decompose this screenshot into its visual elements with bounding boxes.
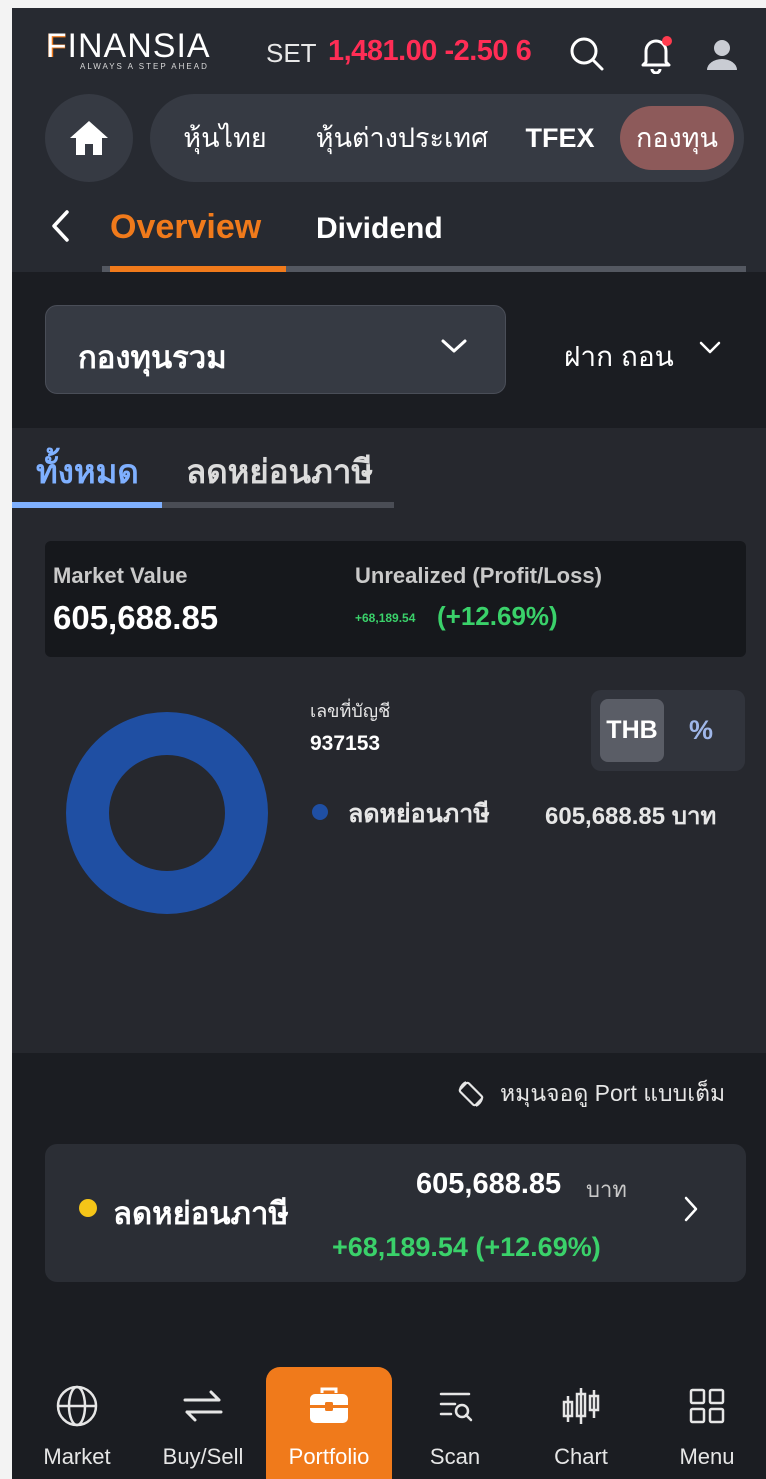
nav-chart-label: Chart [554, 1444, 608, 1469]
grid-menu-icon [644, 1384, 766, 1428]
legend-dot [312, 804, 328, 820]
unrealized-label: Unrealized (Profit/Loss) [355, 563, 602, 588]
fund-group-unit: บาท [586, 1177, 627, 1202]
nav-buy-sell[interactable]: Buy/Sell [140, 1338, 266, 1479]
market-value: 605,688.85 [53, 599, 219, 636]
bottom-nav: Market Buy/Sell Portfolio Scan Chart Men… [12, 1338, 766, 1479]
nav-market-label: Market [43, 1444, 111, 1469]
scan-list-icon [392, 1384, 518, 1428]
rotate-hint[interactable]: หมุนจอดู Port แบบเต็ม [456, 1076, 725, 1112]
nav-portfolio-label: Portfolio [288, 1444, 370, 1469]
legend-label: ลดหย่อนภาษี [348, 800, 490, 828]
allocation-donut-chart [66, 712, 268, 914]
unit-toggle: THB % [591, 690, 745, 771]
top-header: FFINANSIA ALWAYS A STEP AHEAD SET 1,481.… [12, 8, 766, 272]
finansia-logo[interactable]: FFINANSIA ALWAYS A STEP AHEAD [46, 28, 256, 76]
home-icon [70, 121, 108, 155]
swap-arrows-icon [140, 1384, 266, 1428]
nav-scan-label: Scan [429, 1444, 481, 1469]
chevron-right-icon [681, 1194, 701, 1229]
bell-icon[interactable] [634, 32, 678, 76]
tab-overview[interactable]: Overview [110, 208, 261, 247]
back-button[interactable] [42, 204, 78, 248]
rotate-hint-text: หมุนจอดู Port แบบเต็ม [500, 1080, 726, 1106]
logo-tagline: ALWAYS A STEP AHEAD [80, 62, 209, 71]
market-value-label: Market Value [53, 563, 188, 588]
fund-group-pl: +68,189.54 (+12.69%) [332, 1232, 601, 1262]
account-number: 937153 [310, 732, 381, 755]
user-icon[interactable] [700, 32, 744, 76]
chevron-down-icon[interactable] [698, 340, 722, 361]
unit-thb-button[interactable]: THB [600, 699, 664, 762]
nav-menu-label: Menu [679, 1444, 735, 1469]
unit-percent-button[interactable]: % [689, 699, 713, 762]
nav-buy-sell-label: Buy/Sell [162, 1444, 244, 1469]
briefcase-icon [266, 1384, 392, 1428]
tab-foreign-stocks[interactable]: หุ้นต่างประเทศ [312, 94, 492, 182]
tab-all[interactable]: ทั้งหมด [36, 445, 139, 498]
chevron-left-icon [52, 210, 69, 242]
market-tabs: หุ้นไทย หุ้นต่างประเทศ TFEX กองทุน [150, 94, 744, 182]
logo-wordmark: FINANSIA [45, 27, 211, 65]
search-icon[interactable] [565, 32, 609, 76]
deposit-withdraw-button[interactable]: ฝาก ถอน [564, 335, 674, 379]
fund-type-dropdown[interactable]: กองทุนรวม [45, 305, 506, 394]
logo-text: FFINANSIA [45, 27, 211, 65]
home-button[interactable] [45, 94, 133, 182]
nav-scan[interactable]: Scan [392, 1338, 518, 1479]
candlestick-icon [518, 1384, 644, 1428]
rotate-screen-icon [458, 1081, 484, 1107]
tab-funds[interactable]: กองทุน [620, 106, 734, 170]
tab-tfex[interactable]: TFEX [520, 94, 600, 182]
fund-group-name: ลดหย่อนภาษี [113, 1196, 289, 1231]
nav-portfolio[interactable]: Portfolio [266, 1367, 392, 1479]
unrealized-amount: +68,189.54 [355, 611, 416, 625]
tab-thai-stocks[interactable]: หุ้นไทย [180, 94, 270, 182]
fund-type-value: กองทุนรวม [78, 340, 227, 375]
globe-icon [14, 1384, 140, 1428]
fund-group-value: 605,688.85 [416, 1168, 562, 1200]
set-index-label: SET [266, 38, 317, 68]
portfolio-summary: Market Value 605,688.85 Unrealized (Prof… [45, 541, 746, 657]
unrealized-percent: (+12.69%) [437, 601, 558, 631]
account-number-label: เลขที่บัญชี [310, 701, 391, 721]
nav-chart[interactable]: Chart [518, 1338, 644, 1479]
app-screen: FFINANSIA ALWAYS A STEP AHEAD SET 1,481.… [12, 8, 766, 1479]
chevron-down-icon [439, 336, 469, 361]
tab-tax-deduction[interactable]: ลดหย่อนภาษี [186, 445, 373, 498]
tab-dividend[interactable]: Dividend [316, 212, 443, 246]
fund-color-dot [79, 1199, 97, 1217]
nav-market[interactable]: Market [14, 1338, 140, 1479]
nav-menu[interactable]: Menu [644, 1338, 766, 1479]
legend-value: 605,688.85 บาท [545, 803, 717, 830]
sub-tabs-indicator [12, 502, 162, 508]
fund-group-card[interactable]: ลดหย่อนภาษี 605,688.85 บาท +68,189.54 (+… [45, 1144, 746, 1282]
notification-dot [662, 36, 672, 46]
set-index-value: 1,481.00 -2.50 6 [328, 35, 532, 67]
